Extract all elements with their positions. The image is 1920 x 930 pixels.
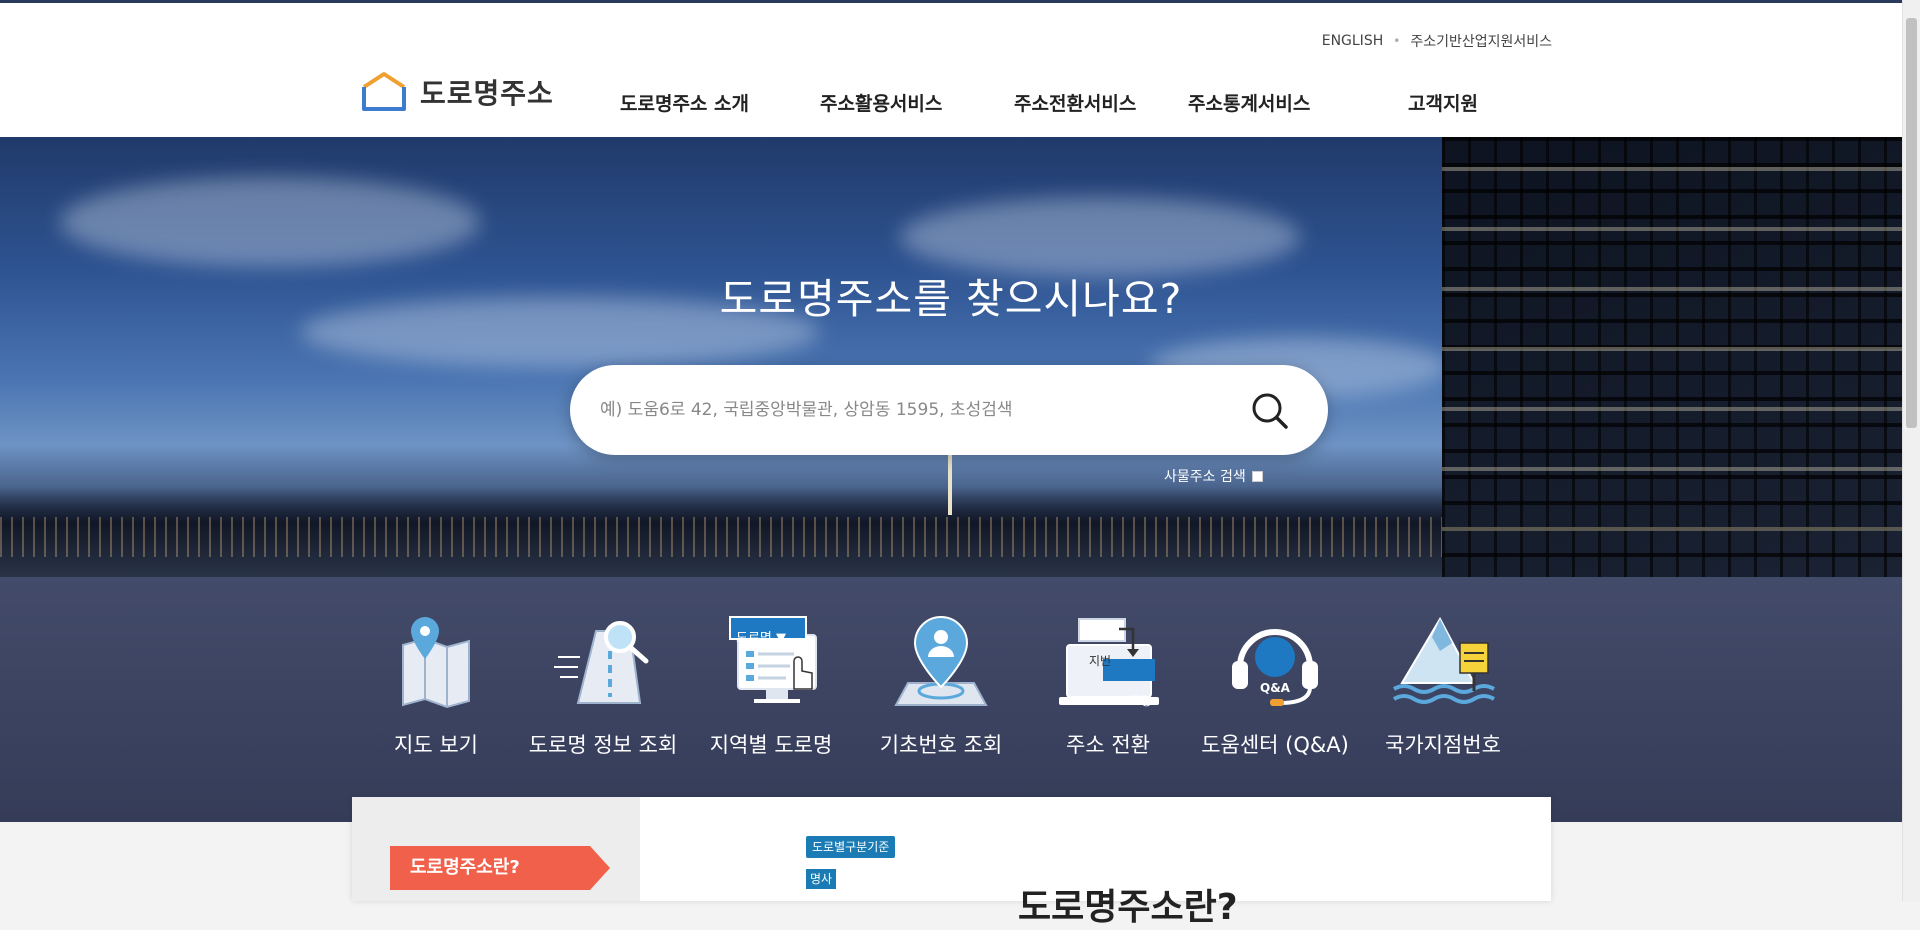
service-label: 국가지점번호 xyxy=(1385,733,1501,757)
cloud xyxy=(60,177,480,267)
intro-heading: 도로명주소란? xyxy=(1018,887,1238,928)
service-address-convert[interactable]: 지번 도로명 주소 전환 xyxy=(1023,611,1193,759)
address-search-input[interactable] xyxy=(600,365,1240,455)
service-help-center[interactable]: Q&A 도움센터 (Q&A) xyxy=(1190,611,1360,759)
region-select-badge: 도로명 ▼ xyxy=(736,631,787,646)
site-logo[interactable]: 도로명주소 xyxy=(360,71,554,113)
search-box xyxy=(570,365,1328,455)
utility-links: ENGLISH • 주소기반산업지원서비스 xyxy=(1322,31,1552,51)
house-logo-icon xyxy=(362,72,406,111)
quick-services: 지도 보기 도로명 정보 조회 도로명 ▼ 지역별 도로명 기초번호 조회 지번… xyxy=(0,577,1902,822)
separator-dot: • xyxy=(1393,34,1401,48)
map-icon xyxy=(402,617,470,709)
road-name-badge: 도로명 xyxy=(1118,694,1152,708)
service-map-view[interactable]: 지도 보기 xyxy=(351,611,521,759)
building-search-label: 사물주소 검색 xyxy=(1164,469,1246,485)
site-header: ENGLISH • 주소기반산업지원서비스 도로명주소 도로명주소 소개 주소활… xyxy=(0,3,1902,137)
industry-support-link[interactable]: 주소기반산업지원서비스 xyxy=(1410,31,1552,51)
road-category-label: 도로별구분기준 xyxy=(806,836,896,858)
service-label: 도움센터 (Q&A) xyxy=(1201,733,1349,757)
jibun-badge: 지번 xyxy=(1088,654,1112,668)
service-road-info[interactable]: 도로명 정보 조회 xyxy=(518,611,688,759)
building-windows xyxy=(1442,137,1902,577)
service-label: 주소 전환 xyxy=(1066,733,1150,757)
namsan-tower xyxy=(948,455,952,515)
service-label: 지도 보기 xyxy=(394,733,478,757)
nav-item-support[interactable]: 고객지원 xyxy=(1408,89,1528,116)
hero-title: 도로명주소를 찾으시나요? xyxy=(719,275,1183,323)
nav-item-intro[interactable]: 도로명주소 소개 xyxy=(620,89,820,116)
location-person-icon xyxy=(894,615,988,706)
intro-tab[interactable]: 도로명주소란? xyxy=(390,846,610,890)
service-base-number[interactable]: 기초번호 조회 xyxy=(856,611,1026,759)
service-regional-roads[interactable]: 도로명 ▼ 지역별 도로명 xyxy=(686,611,856,759)
headset-qa-icon xyxy=(1232,629,1318,706)
hero-banner: 도로명주소를 찾으시나요? 사물주소 검색 xyxy=(0,137,1902,577)
service-national-point[interactable]: 국가지점번호 xyxy=(1358,611,1528,759)
english-link[interactable]: ENGLISH xyxy=(1322,33,1384,49)
service-label: 기초번호 조회 xyxy=(879,733,1003,757)
scrollbar-thumb[interactable] xyxy=(1906,18,1917,428)
nav-item-statistics[interactable]: 주소통계서비스 xyxy=(1188,89,1408,116)
service-label: 지역별 도로명 xyxy=(709,733,833,757)
building-search-option[interactable]: 사물주소 검색 xyxy=(1164,466,1263,486)
nav-item-utilization[interactable]: 주소활용서비스 xyxy=(820,89,1014,116)
main-navigation: 도로명주소 소개 주소활용서비스 주소전환서비스 주소통계서비스 고객지원 xyxy=(620,89,1528,116)
service-label: 도로명 정보 조회 xyxy=(528,733,678,757)
mountain-sign-icon xyxy=(1392,616,1496,704)
building-search-checkbox[interactable] xyxy=(1251,470,1263,482)
nav-item-conversion[interactable]: 주소전환서비스 xyxy=(1014,89,1188,116)
logo-text: 도로명주소 xyxy=(420,77,554,110)
road-search-icon xyxy=(554,621,649,704)
search-icon[interactable] xyxy=(1250,391,1290,431)
noun-label: 명사 xyxy=(806,869,837,889)
monitor-select-icon xyxy=(729,616,817,703)
city-lights xyxy=(0,517,1460,557)
qa-badge: Q&A xyxy=(1260,681,1290,695)
page-scrollbar[interactable] xyxy=(1902,0,1920,901)
